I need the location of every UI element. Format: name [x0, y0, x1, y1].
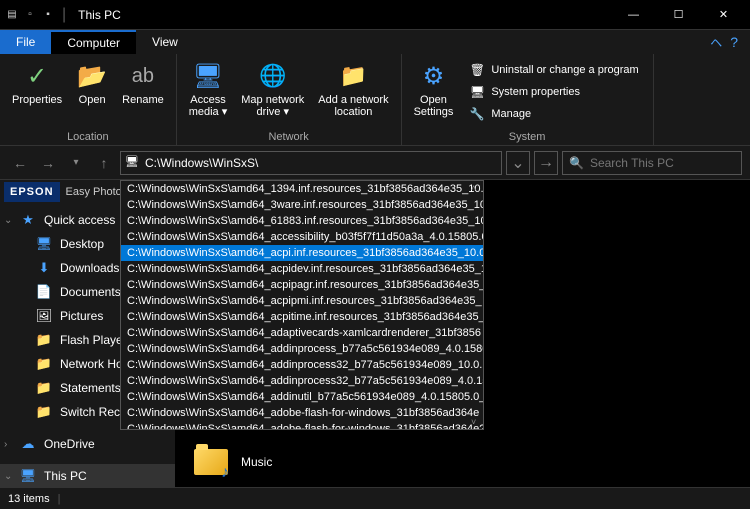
autocomplete-item[interactable]: C:\Windows\WinSxS\amd64_addinprocess32_b…	[121, 357, 483, 373]
autocomplete-item[interactable]: C:\Windows\WinSxS\amd64_acpitime.inf.res…	[121, 309, 483, 325]
status-bar: 13 items |	[0, 487, 750, 509]
drive-icon: 🌐	[257, 60, 289, 92]
item-icon: 📁	[36, 332, 52, 348]
autocomplete-item[interactable]: C:\Windows\WinSxS\amd64_accessibility_b0…	[121, 229, 483, 245]
item-icon: 📄	[36, 284, 52, 300]
autocomplete-item[interactable]: C:\Windows\WinSxS\amd64_addinutil_b77a5c…	[121, 389, 483, 405]
sidebar-item-label: Pictures	[60, 309, 103, 323]
address-bar[interactable]: 🖥	[120, 151, 502, 175]
sidebar-onedrive[interactable]: › ☁ OneDrive	[0, 432, 175, 456]
add-network-location-button[interactable]: 📁 Add a network location	[314, 58, 392, 120]
title-bar: ▤ ▫ ▪ | This PC — ☐ ✕	[0, 0, 750, 30]
item-icon: 📁	[36, 356, 52, 372]
sidebar-item-label: Desktop	[60, 237, 104, 251]
close-button[interactable]: ✕	[701, 0, 746, 30]
uninstall-icon: 🗑	[469, 62, 485, 78]
chevron-down-icon[interactable]: ⌄	[4, 471, 12, 482]
pc-icon: 🖥	[125, 155, 141, 171]
minimize-button[interactable]: —	[611, 0, 656, 30]
ribbon: ✓ Properties 📂 Open ab Rename Location 🖥…	[0, 54, 750, 146]
autocomplete-item[interactable]: C:\Windows\WinSxS\amd64_1394.inf.resourc…	[121, 181, 483, 197]
properties-button[interactable]: ✓ Properties	[8, 58, 66, 108]
rename-icon: ab	[127, 60, 159, 92]
ribbon-collapse-icon[interactable]: ヘ	[710, 34, 722, 51]
system-menu-icon[interactable]: ▤	[4, 7, 20, 23]
sidebar-item-label: Statements	[60, 381, 121, 395]
manage-icon: 🔧	[469, 106, 485, 122]
up-button[interactable]: ↑	[92, 151, 116, 175]
sidebar-this-pc[interactable]: ⌄ 🖥 This PC	[0, 464, 175, 487]
search-box[interactable]: 🔍	[562, 151, 742, 175]
go-button[interactable]: →	[534, 151, 558, 175]
media-icon: 🖥	[192, 60, 224, 92]
recent-dropdown[interactable]: ▾	[64, 151, 88, 175]
cloud-icon: ☁	[20, 436, 36, 452]
rename-button[interactable]: ab Rename	[118, 58, 168, 108]
scroll-down-icon[interactable]: ˅	[471, 417, 481, 427]
system-icon: 🖥	[469, 84, 485, 100]
quick-access-icon[interactable]: ▫	[22, 7, 38, 23]
scroll-up-icon[interactable]: ˄	[471, 183, 481, 193]
sidebar-item-label: Downloads	[60, 261, 119, 275]
sidebar-item-label: Documents	[60, 285, 121, 299]
address-input[interactable]	[145, 156, 497, 170]
autocomplete-item[interactable]: C:\Windows\WinSxS\amd64_addinprocess_b77…	[121, 341, 483, 357]
chevron-down-icon[interactable]: ⌄	[4, 215, 12, 226]
tab-computer[interactable]: Computer	[51, 30, 136, 54]
epson-toolbar: EPSON Easy Photo P	[4, 180, 138, 204]
autocomplete-item[interactable]: C:\Windows\WinSxS\amd64_acpipmi.inf.reso…	[121, 293, 483, 309]
epson-logo: EPSON	[4, 182, 60, 202]
thispc-icon: ▪	[40, 7, 56, 23]
item-icon: 📁	[36, 404, 52, 420]
item-icon: 🖥	[36, 236, 52, 252]
item-icon: 📁	[36, 380, 52, 396]
address-dropdown-button[interactable]: ⌄	[506, 151, 530, 175]
tab-file[interactable]: File	[0, 30, 51, 54]
item-icon: 🖼	[36, 308, 52, 324]
autocomplete-item[interactable]: C:\Windows\WinSxS\amd64_3ware.inf.resour…	[121, 197, 483, 213]
autocomplete-item[interactable]: C:\Windows\WinSxS\amd64_61883.inf.resour…	[121, 213, 483, 229]
autocomplete-item[interactable]: C:\Windows\WinSxS\amd64_adobe-flash-for-…	[121, 421, 483, 430]
folder-icon: ♪	[191, 442, 231, 482]
help-icon[interactable]: ?	[730, 34, 738, 50]
ribbon-group-location: ✓ Properties 📂 Open ab Rename Location	[0, 54, 177, 145]
forward-button[interactable]: →	[36, 151, 60, 175]
autocomplete-item[interactable]: C:\Windows\WinSxS\amd64_acpi.inf.resourc…	[121, 245, 483, 261]
autocomplete-item[interactable]: C:\Windows\WinSxS\amd64_acpipagr.inf.res…	[121, 277, 483, 293]
open-settings-button[interactable]: ⚙ Open Settings	[410, 58, 458, 120]
sidebar-item-label: Flash Player	[60, 333, 127, 347]
access-media-button[interactable]: 🖥 Access media ▾	[185, 58, 232, 120]
autocomplete-item[interactable]: C:\Windows\WinSxS\amd64_acpidev.inf.reso…	[121, 261, 483, 277]
system-properties-item[interactable]: 🖥 System properties	[469, 82, 638, 102]
search-input[interactable]	[590, 156, 745, 170]
back-button[interactable]: ←	[8, 151, 32, 175]
ribbon-group-network: 🖥 Access media ▾ 🌐 Map network drive ▾ 📁…	[177, 54, 402, 145]
ribbon-group-system: ⚙ Open Settings 🗑 Uninstall or change a …	[402, 54, 654, 145]
map-network-drive-button[interactable]: 🌐 Map network drive ▾	[237, 58, 308, 120]
folder-music[interactable]: ♪ Music	[187, 438, 276, 486]
search-icon: 🔍	[569, 156, 584, 170]
open-button[interactable]: 📂 Open	[72, 58, 112, 108]
tab-view[interactable]: View	[136, 30, 194, 54]
music-note-icon: ♪	[221, 464, 229, 482]
window-title: This PC	[78, 8, 121, 22]
chevron-right-icon[interactable]: ›	[4, 439, 7, 450]
maximize-button[interactable]: ☐	[656, 0, 701, 30]
properties-icon: ✓	[21, 60, 53, 92]
autocomplete-item[interactable]: C:\Windows\WinSxS\amd64_addinprocess32_b…	[121, 373, 483, 389]
settings-icon: ⚙	[417, 60, 449, 92]
item-count: 13 items	[8, 493, 50, 505]
add-location-icon: 📁	[337, 60, 369, 92]
star-icon: ★	[20, 212, 36, 228]
uninstall-program-item[interactable]: 🗑 Uninstall or change a program	[469, 60, 638, 80]
manage-item[interactable]: 🔧 Manage	[469, 104, 638, 124]
autocomplete-item[interactable]: C:\Windows\WinSxS\amd64_adobe-flash-for-…	[121, 405, 483, 421]
item-icon: ⬇	[36, 260, 52, 276]
navigation-bar: ← → ▾ ↑ 🖥 ⌄ → 🔍	[0, 146, 750, 180]
open-icon: 📂	[76, 60, 108, 92]
autocomplete-item[interactable]: C:\Windows\WinSxS\amd64_adaptivecards-xa…	[121, 325, 483, 341]
pc-icon: 🖥	[20, 468, 36, 484]
address-autocomplete-dropdown[interactable]: ˄ ˅ C:\Windows\WinSxS\amd64_1394.inf.res…	[120, 180, 484, 430]
ribbon-tabs: File Computer View ヘ ?	[0, 30, 750, 54]
